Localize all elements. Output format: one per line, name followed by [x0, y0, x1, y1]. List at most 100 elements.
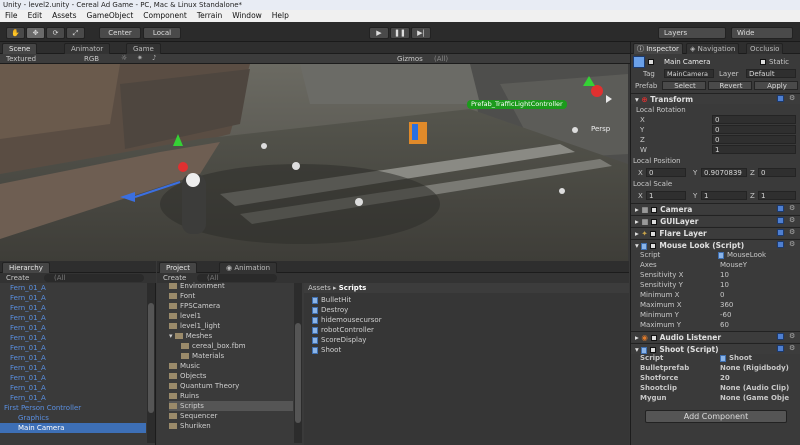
- folder-item[interactable]: Environment: [169, 281, 293, 291]
- script-item[interactable]: Shoot: [312, 345, 382, 355]
- property-value[interactable]: 360: [720, 301, 733, 309]
- camera-enabled-checkbox[interactable]: [651, 207, 658, 213]
- list-item[interactable]: Fern_01_A: [0, 283, 146, 293]
- hierarchy-item-main-camera[interactable]: Main Camera: [0, 423, 146, 433]
- help-icon[interactable]: [777, 229, 784, 236]
- hand-tool-button[interactable]: ✋: [6, 27, 25, 39]
- hierarchy-search-input[interactable]: (All: [44, 274, 144, 282]
- script-item[interactable]: hidemousecursor: [312, 315, 382, 325]
- script-item[interactable]: Destroy: [312, 305, 382, 315]
- list-item[interactable]: Fern_01_A: [0, 323, 146, 333]
- list-item[interactable]: Fern_01_A: [0, 313, 146, 323]
- hierarchy-create-button[interactable]: Create: [6, 274, 29, 282]
- tab-occlusion[interactable]: Occlusio: [746, 43, 784, 54]
- pos-z-field[interactable]: 0: [758, 168, 796, 177]
- folder-tree-scrollbar[interactable]: [294, 283, 302, 443]
- help-icon[interactable]: [777, 205, 784, 212]
- script-item[interactable]: ScoreDisplay: [312, 335, 382, 345]
- property-value[interactable]: None (Audio Clip): [720, 384, 789, 392]
- static-checkbox[interactable]: [760, 59, 766, 65]
- help-icon[interactable]: [777, 217, 784, 224]
- folder-item[interactable]: Objects: [169, 371, 293, 381]
- guilayer-enabled-checkbox[interactable]: [651, 219, 658, 225]
- shoot-component-header[interactable]: ▾ Shoot (Script): [631, 343, 800, 354]
- hierarchy-scroll-thumb[interactable]: [148, 303, 154, 413]
- menu-component[interactable]: Component: [138, 10, 192, 22]
- menu-terrain[interactable]: Terrain: [192, 10, 227, 22]
- gizmos-dropdown[interactable]: Gizmos: [397, 55, 423, 63]
- tag-dropdown[interactable]: MainCamera: [664, 69, 714, 78]
- property-value[interactable]: 10: [720, 281, 729, 289]
- hierarchy-scrollbar[interactable]: [147, 283, 155, 443]
- audiolistener-enabled-checkbox[interactable]: [650, 335, 657, 341]
- hierarchy-item-fpc[interactable]: First Person Controller: [0, 403, 146, 413]
- prefab-select-button[interactable]: Select: [662, 81, 706, 90]
- layer-dropdown[interactable]: Default: [746, 69, 796, 78]
- gear-icon[interactable]: ⚙: [789, 344, 795, 352]
- lighting-toggle-icon[interactable]: ☼: [121, 54, 127, 62]
- transform-header[interactable]: ▾ ⊕ Transform: [631, 93, 800, 104]
- tab-scene[interactable]: Scene: [2, 43, 38, 54]
- hierarchy-item-graphics[interactable]: Graphics: [0, 413, 146, 423]
- list-item[interactable]: Fern_01_A: [0, 383, 146, 393]
- gear-icon[interactable]: ⚙: [789, 94, 795, 102]
- play-button[interactable]: ▶: [369, 27, 389, 39]
- property-value[interactable]: Shoot: [720, 354, 752, 362]
- breadcrumb-assets[interactable]: Assets: [308, 284, 331, 292]
- property-value[interactable]: 60: [720, 321, 729, 329]
- gear-icon[interactable]: ⚙: [789, 204, 795, 212]
- effects-toggle-icon[interactable]: ✷: [137, 54, 143, 62]
- script-item[interactable]: BulletHit: [312, 295, 382, 305]
- gear-icon[interactable]: ⚙: [789, 216, 795, 224]
- active-checkbox[interactable]: [648, 59, 654, 65]
- help-icon[interactable]: [777, 95, 784, 102]
- audio-toggle-icon[interactable]: ♪: [152, 54, 156, 62]
- guilayer-component-header[interactable]: ▸ ■ GUILayer: [631, 215, 800, 226]
- rot-y-field[interactable]: 0: [712, 125, 796, 134]
- folder-item[interactable]: FPSCamera: [169, 301, 293, 311]
- tab-inspector[interactable]: ⓘ Inspector: [633, 43, 683, 54]
- gear-icon[interactable]: ⚙: [789, 228, 795, 236]
- tab-navigation[interactable]: ◈ Navigation: [686, 43, 740, 54]
- tab-hierarchy[interactable]: Hierarchy: [2, 262, 50, 273]
- flarelayer-enabled-checkbox[interactable]: [650, 231, 657, 237]
- rot-z-field[interactable]: 0: [712, 135, 796, 144]
- menu-edit[interactable]: Edit: [23, 10, 48, 22]
- menu-file[interactable]: File: [0, 10, 23, 22]
- color-mode-dropdown[interactable]: RGB: [84, 55, 99, 63]
- menu-window[interactable]: Window: [227, 10, 267, 22]
- tab-animator[interactable]: Animator: [64, 43, 111, 54]
- persp-label[interactable]: Persp: [591, 125, 610, 133]
- folder-item[interactable]: Shuriken: [169, 421, 293, 431]
- folder-item[interactable]: Quantum Theory: [169, 381, 293, 391]
- tab-project[interactable]: Project: [159, 262, 197, 273]
- script-item[interactable]: robotController: [312, 325, 382, 335]
- property-value[interactable]: 0: [720, 291, 724, 299]
- mouselook-component-header[interactable]: ▾ Mouse Look (Script): [631, 239, 800, 250]
- folder-item[interactable]: level1: [169, 311, 293, 321]
- help-icon[interactable]: [777, 241, 784, 248]
- camera-component-header[interactable]: ▸ ■ Camera: [631, 203, 800, 214]
- help-icon[interactable]: [777, 345, 784, 352]
- folder-item[interactable]: Music: [169, 361, 293, 371]
- layout-dropdown[interactable]: Wide: [731, 27, 793, 39]
- list-item[interactable]: Fern_01_A: [0, 303, 146, 313]
- tab-animation[interactable]: ◉ Animation: [219, 262, 278, 273]
- list-item[interactable]: Fern_01_A: [0, 363, 146, 373]
- gear-icon[interactable]: ⚙: [789, 332, 795, 340]
- layers-dropdown[interactable]: Layers: [658, 27, 726, 39]
- breadcrumb-scripts[interactable]: Scripts: [339, 284, 367, 292]
- shoot-enabled-checkbox[interactable]: [650, 347, 657, 353]
- pos-x-field[interactable]: 0: [646, 168, 686, 177]
- tab-game[interactable]: Game: [126, 43, 161, 54]
- pivot-center-button[interactable]: Center: [99, 27, 141, 39]
- folder-item[interactable]: ▾ Meshes: [169, 331, 293, 341]
- folder-item[interactable]: Materials: [169, 351, 293, 361]
- folder-tree-scroll-thumb[interactable]: [295, 323, 301, 423]
- menu-assets[interactable]: Assets: [47, 10, 81, 22]
- pause-button[interactable]: ❚❚: [390, 27, 410, 39]
- property-value[interactable]: MouseY: [720, 261, 747, 269]
- scale-tool-button[interactable]: ⤢: [66, 27, 85, 39]
- pos-y-field[interactable]: 0.9070839: [701, 168, 747, 177]
- mouselook-enabled-checkbox[interactable]: [650, 243, 657, 249]
